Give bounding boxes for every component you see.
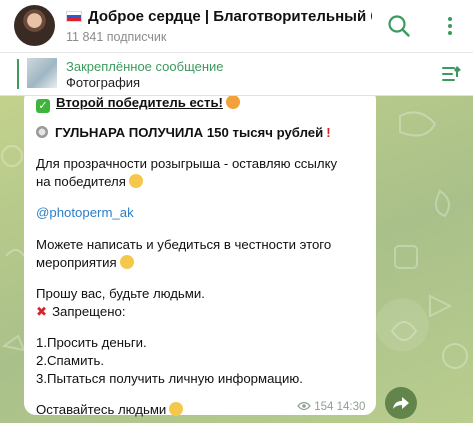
pinned-thumbnail: [27, 58, 57, 88]
pointing-down-emoji-icon: [128, 174, 143, 188]
check-mark-icon: ✓: [36, 99, 50, 113]
eye-icon: [297, 401, 311, 411]
pinned-message-bar[interactable]: Закреплённое сообщение Фотография: [0, 53, 473, 96]
cross-mark-icon: ✖: [36, 304, 48, 319]
message-line-closing: Оставайтесь людьми: [36, 402, 184, 417]
pinned-indicator: [17, 59, 19, 89]
smiling-face-halo-emoji-icon: [119, 255, 134, 269]
message-line-verify: Можете написать и убедиться в честности …: [36, 237, 332, 252]
chat-area: ✓ Второй победитель есть! ГУЛЬНАРА ПОЛУЧИ…: [0, 96, 473, 423]
message-line-winner-link: на победителя: [36, 174, 143, 189]
share-button[interactable]: [385, 387, 417, 419]
heart-eyes-emoji-icon: [225, 96, 240, 109]
message-line-please: Прошу вас, будьте людьми.: [36, 286, 205, 301]
pinned-subtitle: Фотография: [66, 75, 141, 90]
search-icon[interactable]: [386, 13, 412, 39]
rule-item: 3.Пытаться получить личную информацию.: [36, 371, 303, 386]
message-line-prize: ГУЛЬНАРА ПОЛУЧИЛА 150 тысяч рублей!: [36, 125, 331, 140]
view-count: 154: [314, 401, 334, 413]
message-line-transparency: Для прозрачности розыгрыша - оставляю сс…: [36, 156, 338, 171]
winner-username-link[interactable]: @photoperm_ak: [36, 205, 134, 220]
more-vertical-icon[interactable]: [437, 13, 463, 39]
exclamation-icon: !: [326, 125, 331, 140]
message-line-event: мероприятия: [36, 255, 134, 270]
folded-hands-emoji-icon: [169, 402, 184, 416]
chat-header: Доброе сердце | Благотворительный б... 1…: [0, 0, 473, 53]
subscriber-count: 11 841 подписчик: [66, 30, 167, 44]
rule-item: 2.Спамить.: [36, 353, 105, 368]
message-line-winner: ✓ Второй победитель есть!: [36, 96, 240, 113]
rule-item: 1.Просить деньги.: [36, 335, 147, 350]
message-meta: 154 14:30: [297, 401, 365, 413]
message-time: 14:30: [336, 401, 366, 413]
channel-title-wrap[interactable]: Доброе сердце | Благотворительный б...: [66, 8, 372, 25]
silver-medal-icon: [36, 126, 48, 138]
message-line-forbidden: ✖ Запрещено:: [36, 304, 126, 319]
pinned-list-icon[interactable]: [441, 63, 463, 85]
share-arrow-icon: [393, 397, 409, 409]
russia-flag-icon: [66, 11, 82, 22]
channel-title: Доброе сердце | Благотворительный б...: [88, 8, 372, 25]
channel-avatar[interactable]: [14, 5, 55, 46]
pinned-title: Закреплённое сообщение: [66, 59, 224, 74]
